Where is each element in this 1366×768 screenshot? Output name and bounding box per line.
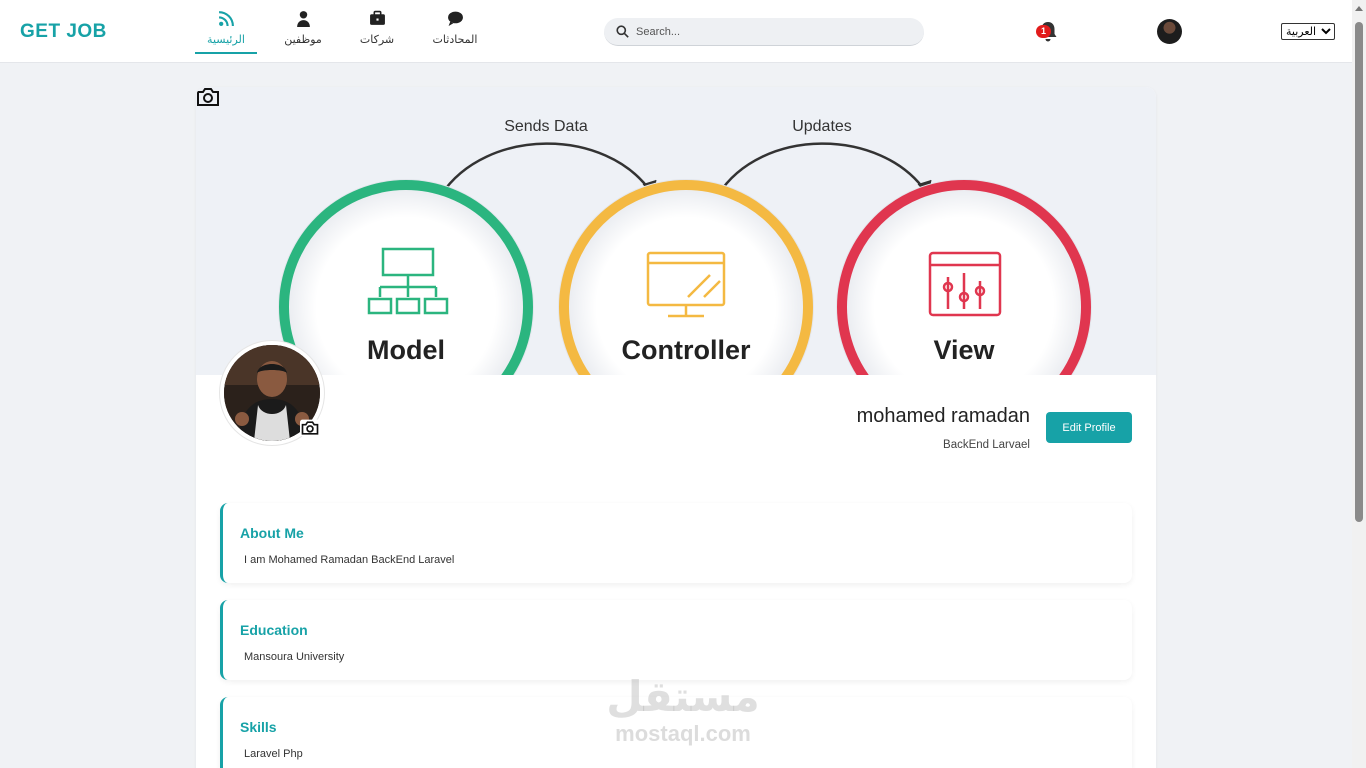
profile-card: Sends Data Updates Model Controller View… [196,87,1156,768]
arrow-sends-data [439,142,653,196]
chat-bubble-icon [424,10,486,30]
label-sends-data: Sends Data [504,118,588,135]
about-me-section: About Me I am Mohamed Ramadan BackEnd La… [220,503,1132,583]
profile-name: mohamed ramadan [856,405,1030,427]
education-section: Education Mansoura University [220,600,1132,680]
rss-icon [195,10,257,30]
label-updates: Updates [792,118,852,135]
profile-role: BackEnd Larvael [943,439,1030,451]
section-text: I am Mohamed Ramadan BackEnd Laravel [244,554,455,566]
search-bar [604,18,924,46]
user-avatar[interactable] [1157,19,1182,44]
brand-logo[interactable]: GET JOB [20,21,107,43]
language-select[interactable]: العربية [1281,23,1335,40]
nav-item-label: المحادثات [432,33,478,46]
nav-item-home[interactable]: الرئيسية [195,10,257,54]
scrollbar-thumb[interactable] [1355,22,1363,522]
nav-item-label: موظفين [284,33,322,46]
notifications-button[interactable]: 1 [1036,17,1060,45]
top-navbar: GET JOB الرئيسية موظفين شركات المحادثات … [0,0,1352,63]
avatar-camera-icon[interactable] [300,419,320,437]
node-controller: Controller [621,335,750,365]
node-view: View [933,335,995,365]
mvc-diagram: Sends Data Updates Model Controller View [278,118,1092,375]
edit-profile-button[interactable]: Edit Profile [1046,412,1132,443]
cover-camera-icon[interactable] [196,87,220,107]
profile-avatar-frame [220,341,324,445]
search-icon [616,25,629,38]
search-input[interactable] [636,22,906,42]
nav-item-label: شركات [359,33,395,46]
skills-section: Skills Laravel Php [220,697,1132,768]
node-model: Model [367,335,445,365]
briefcase-icon [346,10,408,30]
arrow-updates [716,142,928,196]
nav-item-chats[interactable]: المحادثات [424,10,486,54]
page-scrollbar[interactable] [1352,0,1366,768]
nav-item-label: الرئيسية [207,33,245,46]
nav-item-employees[interactable]: موظفين [272,10,334,54]
section-text: Mansoura University [244,651,345,663]
section-title: Skills [240,719,277,735]
users-icon [272,10,334,30]
scroll-up-arrow[interactable] [1355,6,1363,11]
section-title: About Me [240,525,304,541]
cover-image: Sends Data Updates Model Controller View [196,87,1156,375]
section-title: Education [240,622,308,638]
notification-badge: 1 [1036,25,1051,38]
nav-item-companies[interactable]: شركات [346,10,408,54]
section-text: Laravel Php [244,748,303,760]
